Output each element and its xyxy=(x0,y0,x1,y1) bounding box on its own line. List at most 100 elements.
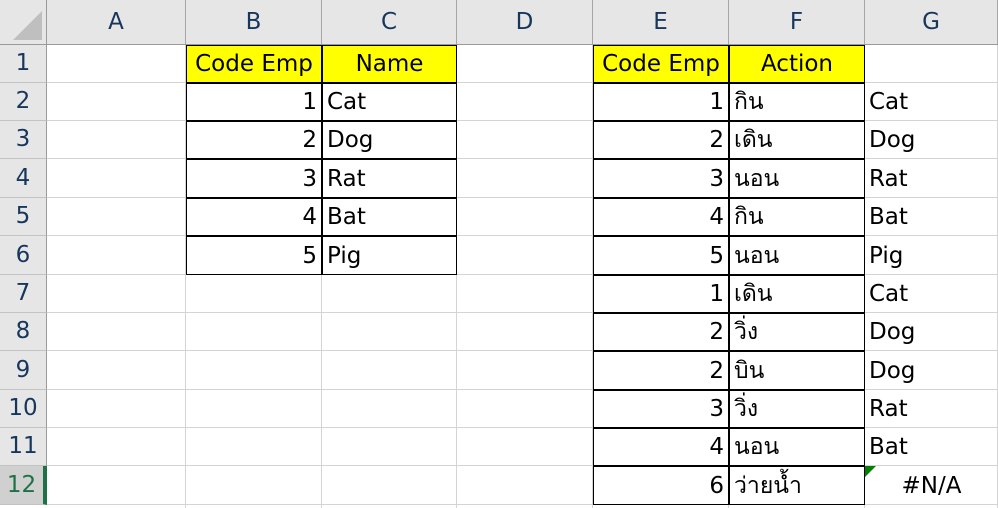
cell-text: Action xyxy=(760,51,834,77)
cell-text: 2 xyxy=(709,357,724,384)
cell-text: วิ่ง xyxy=(734,319,759,345)
cell-text: นอน xyxy=(734,434,780,460)
cell-text: Rat xyxy=(869,396,908,422)
column-header-e[interactable]: E xyxy=(593,0,729,44)
cell-text: 3 xyxy=(302,165,317,192)
lookup-header-code[interactable]: Code Emp xyxy=(186,45,322,83)
column-header-d[interactable]: D xyxy=(457,0,593,44)
cell-text: Dog xyxy=(869,319,916,345)
action-code-cell[interactable]: 3 xyxy=(593,390,729,428)
cell-text: วิ่ง xyxy=(734,396,759,422)
action-code-cell[interactable]: 4 xyxy=(593,198,729,236)
cell-text: Name xyxy=(355,51,424,77)
row-header-7[interactable]: 7 xyxy=(0,275,47,313)
cell-text: นอน xyxy=(734,165,780,192)
action-code-cell[interactable]: 5 xyxy=(593,236,729,275)
row-header-11[interactable]: 11 xyxy=(0,428,47,466)
row-header-9[interactable]: 9 xyxy=(0,351,47,390)
lookup-code-cell[interactable]: 2 xyxy=(186,121,322,159)
spreadsheet-grid[interactable]: ABCDEFG 1 2 3 4 5 6 7 8 9 10 11 12 Code Emp Name 1 Cat… xyxy=(0,0,998,508)
row-header-6[interactable]: 6 xyxy=(0,236,47,275)
action-action-cell[interactable]: นอน xyxy=(729,428,865,466)
action-action-cell[interactable]: เดิน xyxy=(729,275,865,313)
error-flag-icon xyxy=(865,466,876,477)
cell-text: Dog xyxy=(327,127,374,153)
cell-text: ว่ายน้ำ xyxy=(734,472,802,499)
cell-text: 4 xyxy=(302,204,317,230)
column-header-g[interactable]: G xyxy=(865,0,998,44)
action-action-cell[interactable]: วิ่ง xyxy=(729,313,865,351)
result-cell[interactable]: Bat xyxy=(865,198,998,236)
action-action-cell[interactable]: วิ่ง xyxy=(729,390,865,428)
action-code-cell[interactable]: 2 xyxy=(593,351,729,390)
cell-text: 6 xyxy=(709,472,724,499)
row-header-8[interactable]: 8 xyxy=(0,313,47,351)
action-code-cell[interactable]: 3 xyxy=(593,159,729,198)
lookup-code-cell[interactable]: 3 xyxy=(186,159,322,198)
cell-text: เดิน xyxy=(734,127,773,153)
lookup-code-cell[interactable]: 4 xyxy=(186,198,322,236)
lookup-name-cell[interactable]: Cat xyxy=(322,83,457,121)
result-cell[interactable]: Pig xyxy=(865,236,998,275)
result-cell[interactable]: Dog xyxy=(865,121,998,159)
cell-text: Dog xyxy=(869,127,916,153)
lookup-name-cell[interactable]: Bat xyxy=(322,198,457,236)
result-cell[interactable]: Rat xyxy=(865,159,998,198)
cell-text: 2 xyxy=(709,319,724,345)
action-action-cell[interactable]: ว่ายน้ำ xyxy=(729,466,865,505)
cell-text: 5 xyxy=(709,242,724,269)
cell-text: Bat xyxy=(869,204,908,230)
cell-text: กิน xyxy=(734,204,764,230)
action-action-cell[interactable]: นอน xyxy=(729,159,865,198)
action-code-cell[interactable]: 2 xyxy=(593,121,729,159)
cell-text: 1 xyxy=(302,89,317,115)
lookup-code-cell[interactable]: 1 xyxy=(186,83,322,121)
result-cell[interactable]: Dog xyxy=(865,351,998,390)
row-header-1[interactable]: 1 xyxy=(0,45,47,83)
action-code-cell[interactable]: 6 xyxy=(593,466,729,505)
cell-text: 1 xyxy=(709,89,724,115)
result-cell[interactable]: Cat xyxy=(865,275,998,313)
result-cell[interactable]: Bat xyxy=(865,428,998,466)
cell-text: 3 xyxy=(709,396,724,422)
action-code-cell[interactable]: 2 xyxy=(593,313,729,351)
cell-text: 2 xyxy=(709,127,724,153)
row-header-2[interactable]: 2 xyxy=(0,83,47,121)
action-header-code[interactable]: Code Emp xyxy=(593,45,729,83)
result-cell[interactable]: Dog xyxy=(865,313,998,351)
cell-text: Code Emp xyxy=(195,51,313,77)
lookup-name-cell[interactable]: Rat xyxy=(322,159,457,198)
result-cell[interactable]: Cat xyxy=(865,83,998,121)
action-header-action[interactable]: Action xyxy=(729,45,865,83)
cell-text: 2 xyxy=(302,127,317,153)
action-action-cell[interactable]: นอน xyxy=(729,236,865,275)
row-header-12[interactable]: 12 xyxy=(0,466,47,505)
action-action-cell[interactable]: บิน xyxy=(729,351,865,390)
row-header-4[interactable]: 4 xyxy=(0,159,47,198)
row-header-3[interactable]: 3 xyxy=(0,121,47,159)
column-header-f[interactable]: F xyxy=(729,0,865,44)
column-header-b[interactable]: B xyxy=(186,0,322,44)
action-action-cell[interactable]: เดิน xyxy=(729,121,865,159)
lookup-name-cell[interactable]: Dog xyxy=(322,121,457,159)
action-action-cell[interactable]: กิน xyxy=(729,83,865,121)
cell-text: Bat xyxy=(869,434,908,460)
action-code-cell[interactable]: 1 xyxy=(593,83,729,121)
lookup-name-cell[interactable]: Pig xyxy=(322,236,457,275)
action-action-cell[interactable]: กิน xyxy=(729,198,865,236)
row-header-10[interactable]: 10 xyxy=(0,390,47,428)
cell-text: Rat xyxy=(327,165,366,192)
cell-text: Bat xyxy=(327,204,366,230)
column-header-a[interactable]: A xyxy=(47,0,186,44)
column-header-c[interactable]: C xyxy=(322,0,457,44)
lookup-header-name[interactable]: Name xyxy=(322,45,457,83)
result-error-cell[interactable]: #N/A xyxy=(865,466,998,505)
select-all-button[interactable] xyxy=(0,0,47,45)
lookup-code-cell[interactable]: 5 xyxy=(186,236,322,275)
result-cell[interactable]: Rat xyxy=(865,390,998,428)
action-code-cell[interactable]: 1 xyxy=(593,275,729,313)
row-header-5[interactable]: 5 xyxy=(0,198,47,236)
action-code-cell[interactable]: 4 xyxy=(593,428,729,466)
cell-text: 4 xyxy=(709,434,724,460)
cell-text: #N/A xyxy=(901,472,962,499)
